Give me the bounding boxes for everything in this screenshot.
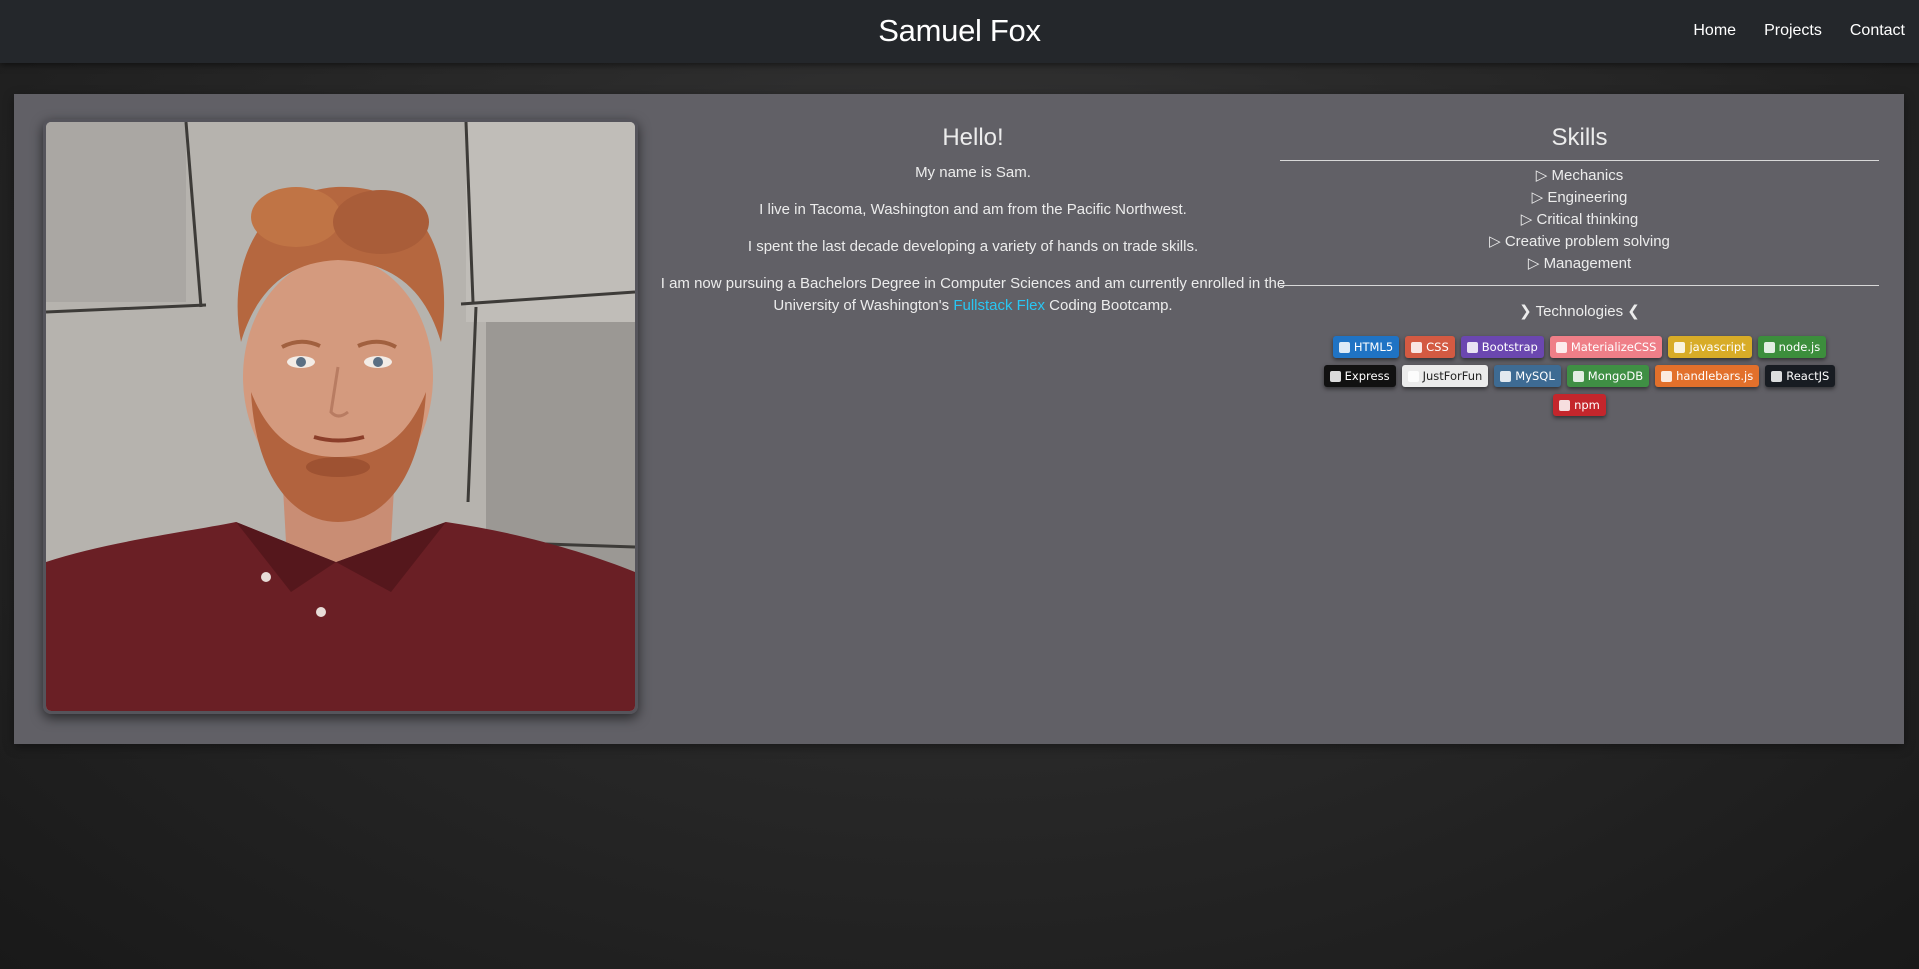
- nav-links: Home Projects Contact: [1693, 22, 1905, 40]
- badge-express: Express: [1323, 365, 1396, 387]
- mongodb-icon: [1572, 370, 1584, 382]
- materialize-icon: [1555, 341, 1567, 353]
- site-title[interactable]: Samuel Fox: [0, 13, 1919, 49]
- about-heading: Hello!: [942, 124, 1004, 151]
- youtube-icon: [1407, 370, 1419, 382]
- badge-label: ReactJS: [1786, 369, 1830, 383]
- profile-card: Hello! My name is Sam. I live in Tacoma,…: [14, 94, 1904, 744]
- badge-mysql: MySQL: [1494, 365, 1561, 387]
- badge-justforfun: JustForFun: [1401, 365, 1489, 387]
- nav-contact-link[interactable]: Contact: [1850, 22, 1905, 40]
- badge-node-js: node.js: [1757, 336, 1827, 358]
- skill-item-critical-thinking: ▷ Critical thinking: [1520, 211, 1639, 228]
- badge-label: MySQL: [1515, 369, 1555, 383]
- badge-npm: npm: [1553, 394, 1606, 416]
- skills-list: ▷ Mechanics ▷ Engineering ▷ Critical thi…: [1280, 165, 1879, 275]
- skills-divider: [1280, 160, 1879, 161]
- about-line-name: My name is Sam.: [915, 164, 1031, 181]
- badge-label: Bootstrap: [1481, 340, 1538, 354]
- badge-label: node.js: [1778, 340, 1821, 354]
- badge-css: CSS: [1405, 336, 1455, 358]
- badge-label: JustForFun: [1422, 369, 1483, 383]
- react-icon: [1771, 370, 1783, 382]
- badge-label: MongoDB: [1587, 369, 1644, 383]
- badge-label: CSS: [1426, 340, 1449, 354]
- badge-materializecss: MaterializeCSS: [1549, 336, 1663, 358]
- npm-icon: [1559, 399, 1571, 411]
- profile-photo: [43, 119, 638, 714]
- about-education-text-end: Coding Bootcamp.: [1045, 297, 1173, 314]
- badge-mongodb: MongoDB: [1566, 365, 1650, 387]
- nav-home-link[interactable]: Home: [1693, 22, 1736, 40]
- technologies-divider: [1280, 285, 1879, 286]
- nav-projects-link[interactable]: Projects: [1764, 22, 1822, 40]
- badge-label: MaterializeCSS: [1570, 340, 1657, 354]
- skill-item-engineering: ▷ Engineering: [1531, 189, 1628, 206]
- badge-label: javascript: [1689, 340, 1746, 354]
- handlebars-icon: [1661, 370, 1673, 382]
- skill-item-mechanics: ▷ Mechanics: [1535, 167, 1624, 184]
- skills-section: Skills ▷ Mechanics ▷ Engineering ▷ Criti…: [1280, 124, 1879, 416]
- badge-label: handlebars.js: [1676, 369, 1754, 383]
- mysql-icon: [1500, 370, 1512, 382]
- badge-label: HTML5: [1353, 340, 1394, 354]
- badge-html5: HTML5: [1332, 336, 1400, 358]
- skills-heading: Skills: [1551, 124, 1608, 151]
- html5-icon: [1338, 341, 1350, 353]
- about-line-education: I am now pursuing a Bachelors Degree in …: [658, 273, 1288, 317]
- about-line-location: I live in Tacoma, Washington and am from…: [759, 201, 1187, 218]
- about-line-trade: I spent the last decade developing a var…: [747, 238, 1199, 255]
- nodejs-icon: [1763, 341, 1775, 353]
- badge-reactjs: ReactJS: [1765, 365, 1836, 387]
- badge-label: npm: [1574, 398, 1600, 412]
- navbar: Samuel Fox Home Projects Contact: [0, 0, 1919, 63]
- skill-item-problem-solving: ▷ Creative problem solving: [1489, 233, 1670, 250]
- css3-icon: [1411, 341, 1423, 353]
- technologies-heading: ❯ Technologies ❮: [1519, 303, 1640, 320]
- badge-handlebars-js: handlebars.js: [1655, 365, 1760, 387]
- badge-javascript: javascript: [1668, 336, 1752, 358]
- fullstack-flex-link[interactable]: Fullstack Flex: [953, 297, 1045, 314]
- bootstrap-icon: [1466, 341, 1478, 353]
- skill-item-management: ▷ Management: [1527, 255, 1632, 272]
- badge-bootstrap: Bootstrap: [1460, 336, 1544, 358]
- badge-label: Express: [1344, 369, 1390, 383]
- javascript-icon: [1674, 341, 1686, 353]
- express-icon: [1329, 370, 1341, 382]
- about-section: Hello! My name is Sam. I live in Tacoma,…: [658, 124, 1288, 332]
- technology-badges: HTML5 CSS Bootstrap MaterializeCSS javascrip…: [1295, 336, 1865, 416]
